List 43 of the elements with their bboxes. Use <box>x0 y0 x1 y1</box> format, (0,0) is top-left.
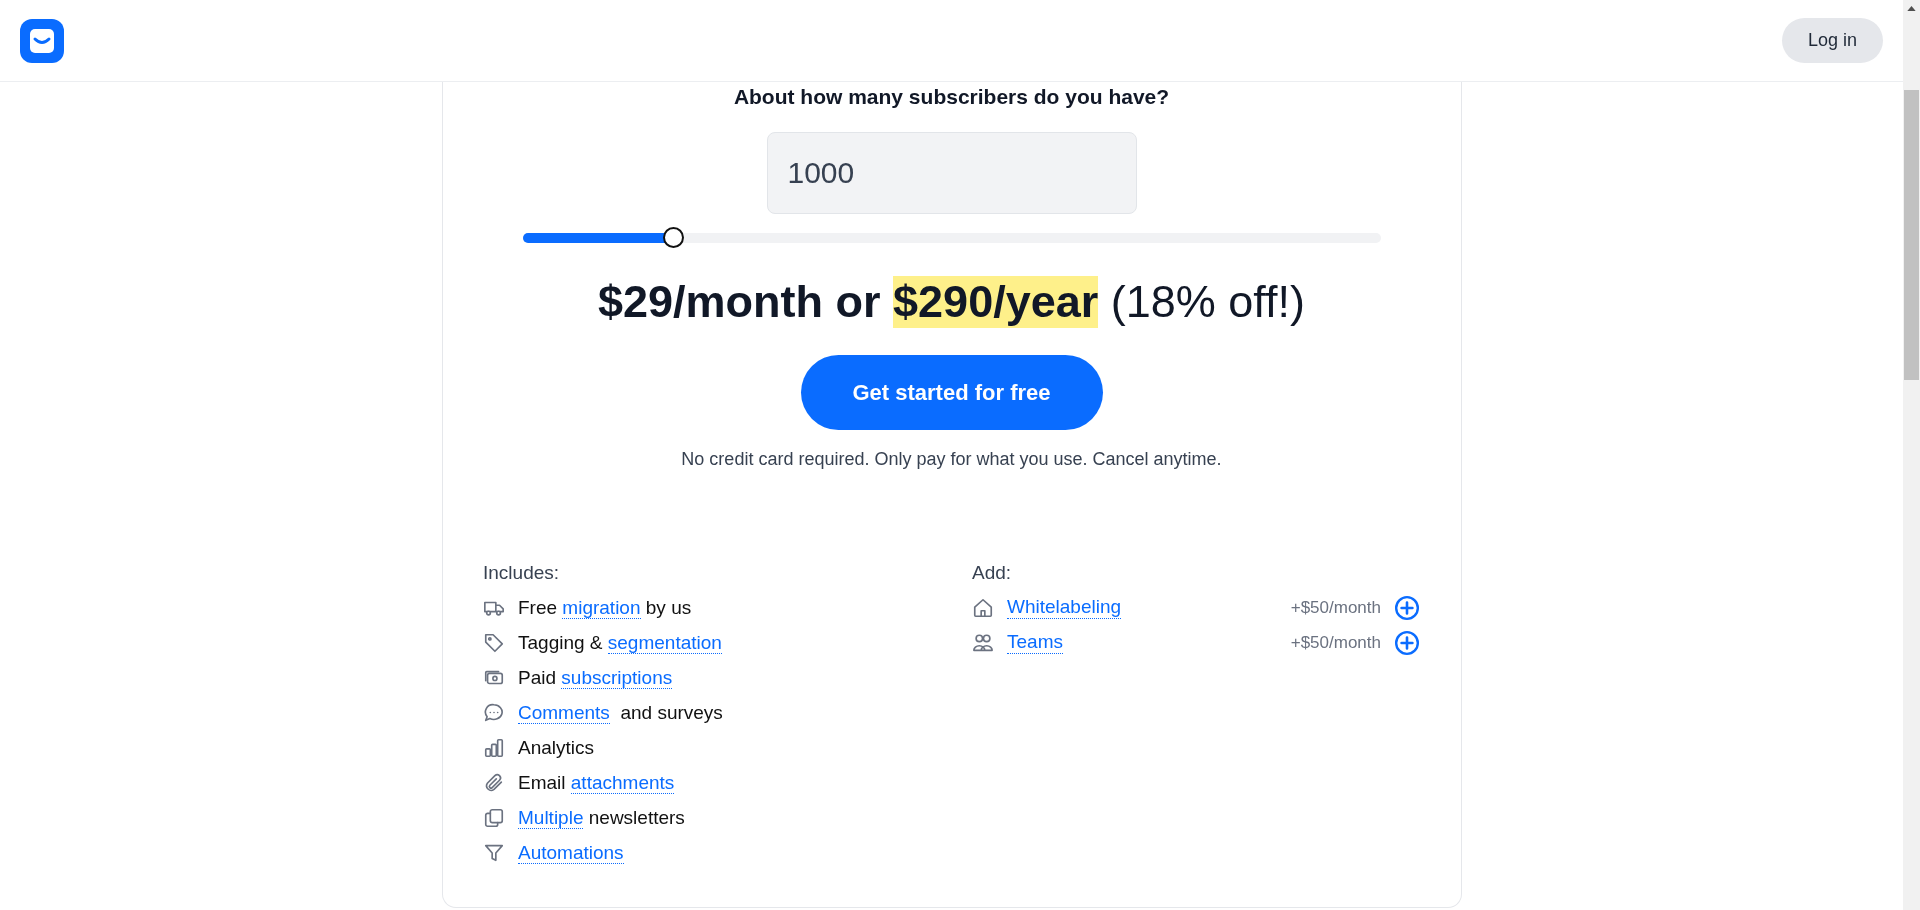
feature-link[interactable]: Multiple <box>518 806 584 829</box>
includes-heading: Includes: <box>483 562 561 585</box>
tag-icon <box>483 631 505 654</box>
add-icon[interactable] <box>1394 594 1420 621</box>
feature-link[interactable]: Comments <box>518 701 610 724</box>
slider-thumb[interactable] <box>662 227 684 248</box>
subscribers-field[interactable]: 1000 <box>766 132 1137 214</box>
feature-link[interactable]: subscriptions <box>561 666 673 689</box>
login-button[interactable]: Log in <box>1781 18 1883 63</box>
paperclip-icon <box>483 771 505 794</box>
copy-icon <box>483 806 505 829</box>
note-text: No credit card required. Only pay for what you use. Cancel anytime. <box>681 449 1222 470</box>
addon-link[interactable]: Whitelabeling <box>1007 596 1122 619</box>
feature-link[interactable]: segmentation <box>607 631 722 654</box>
scrollbar[interactable] <box>1903 0 1920 910</box>
people-icon <box>972 631 994 654</box>
logo-icon[interactable] <box>20 18 64 63</box>
feature-item: Email attachments <box>518 771 675 794</box>
feature-item: Comments and surveys <box>518 701 723 724</box>
subscriber-slider[interactable] <box>522 226 1381 250</box>
feature-item: Tagging & segmentation <box>518 631 722 654</box>
add-heading: Add: <box>972 562 1013 585</box>
addon-link[interactable]: Teams <box>1007 631 1063 654</box>
feature-item: Free migration by us <box>518 596 692 619</box>
addon-price: +$50/month <box>1290 632 1381 653</box>
bar-chart-icon <box>483 736 505 759</box>
price-text: (18% off!) <box>1109 276 1305 328</box>
feature-link[interactable]: attachments <box>570 771 675 794</box>
price-text: $29/month or <box>598 276 882 328</box>
feature-item: Analytics <box>518 736 595 759</box>
question-text: About how many subscribers do you have? <box>733 85 1170 109</box>
get-started-button[interactable]: Get started for free <box>800 355 1103 430</box>
feature-item: Multiple newsletters <box>518 806 685 829</box>
chat-icon <box>483 701 505 724</box>
feature-link[interactable]: migration <box>562 596 641 619</box>
feature-link[interactable]: Automations <box>518 841 624 864</box>
add-icon[interactable] <box>1394 629 1420 656</box>
scrollbar-thumb[interactable] <box>1904 90 1919 380</box>
scroll-up-icon[interactable] <box>1907 6 1916 11</box>
highlighted-price: $290/year <box>893 276 1099 328</box>
feature-item: Paid subscriptions <box>518 666 673 689</box>
addon-price: +$50/month <box>1290 597 1381 618</box>
house-icon <box>972 596 994 619</box>
